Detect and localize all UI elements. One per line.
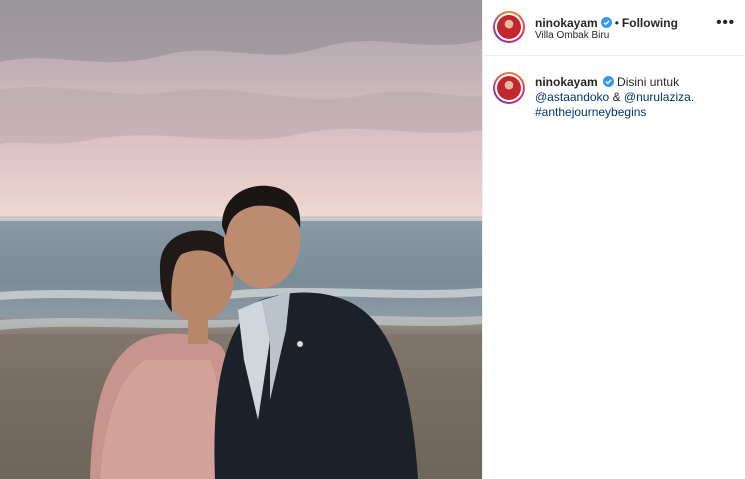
caption-verified-badge-icon	[602, 76, 614, 87]
caption-text: ninokayam Disini untuk @astaandoko & @nu…	[535, 75, 735, 120]
caption-username[interactable]: ninokayam	[535, 75, 598, 89]
post-photo[interactable]	[0, 0, 482, 479]
header-username[interactable]: ninokayam	[535, 16, 598, 30]
verified-badge-icon	[600, 17, 612, 28]
post-side-panel: ninokayam • Following Villa Ombak Biru •••…	[483, 0, 745, 479]
post-header: ninokayam • Following Villa Ombak Biru •••	[483, 0, 745, 56]
caption-period: .	[690, 90, 695, 104]
following-button[interactable]: Following	[622, 16, 678, 30]
mention-nurulaziza[interactable]: @nurulaziza	[624, 90, 691, 104]
separator-dot: •	[614, 16, 619, 30]
location-link[interactable]: Villa Ombak Biru	[535, 30, 609, 41]
caption-connector: &	[609, 90, 624, 104]
avatar-icon[interactable]	[493, 11, 525, 43]
mention-astaandoko[interactable]: @astaandoko	[535, 90, 609, 104]
beach-couple-image	[0, 0, 482, 479]
hashtag-link[interactable]: #anthejourneybegins	[535, 105, 646, 119]
caption-body: Disini untuk	[617, 75, 680, 89]
caption-avatar-icon[interactable]	[493, 72, 525, 104]
more-options-icon[interactable]: •••	[716, 14, 735, 31]
